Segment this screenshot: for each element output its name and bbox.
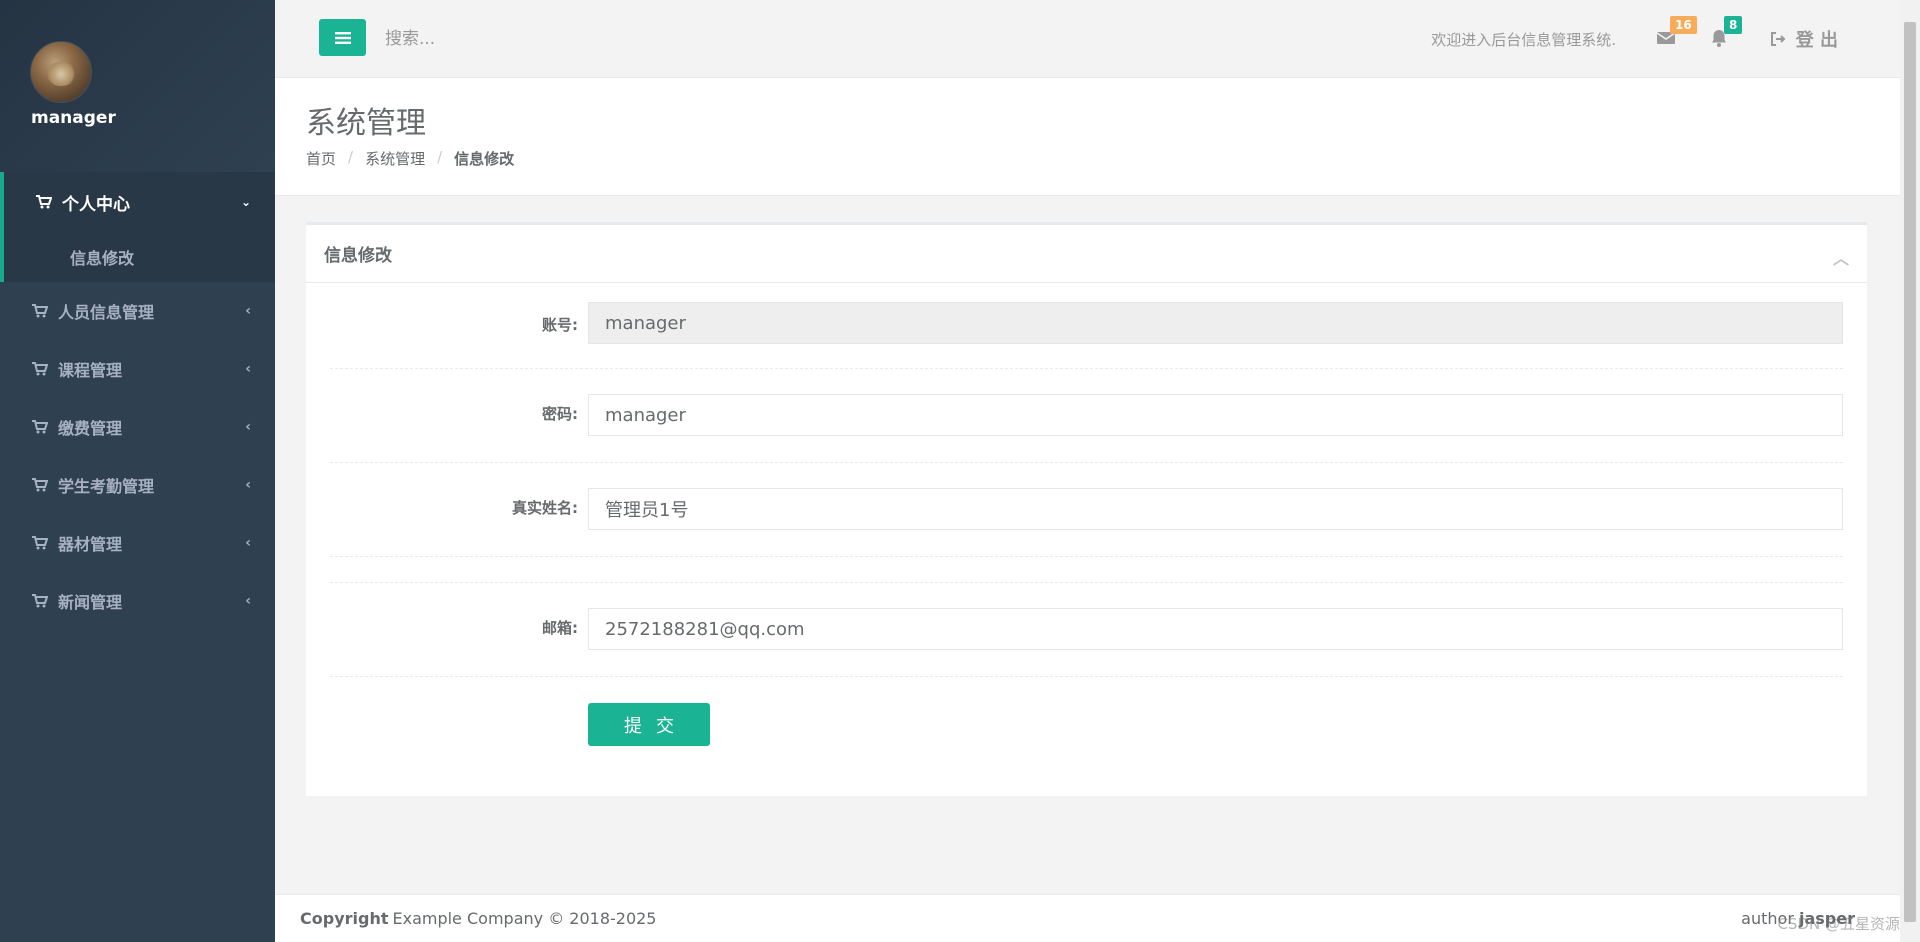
form-row-password: 密码: manager — [330, 369, 1843, 463]
cart-icon — [32, 478, 48, 492]
breadcrumb-separator: / — [437, 148, 443, 166]
cart-icon — [32, 536, 48, 550]
form-row-realname: 真实姓名: 管理员1号 — [330, 463, 1843, 557]
scrollbar[interactable] — [1900, 0, 1920, 942]
chevron-down-icon: ⌄ — [240, 195, 251, 209]
cart-icon — [32, 420, 48, 434]
chevron-left-icon: ‹ — [245, 361, 251, 377]
card-header: 信息修改 ︿ — [306, 225, 1867, 283]
watermark: CSDN @五星资源 — [1777, 915, 1900, 933]
account-label: 账号: — [542, 316, 578, 334]
account-field[interactable]: manager — [588, 302, 1843, 344]
email-label: 邮箱: — [542, 619, 578, 637]
sidebar-nav: 人员信息管理 ‹ 课程管理 ‹ 缴费管理 ‹ 学生考勤管理 ‹ 器材管理 ‹ 新… — [0, 282, 275, 630]
scrollbar-thumb[interactable] — [1904, 22, 1916, 922]
copyright-text: Example Company © 2018-2025 — [392, 909, 657, 928]
logout-button[interactable]: 登 出 — [1770, 26, 1838, 52]
breadcrumb-system[interactable]: 系统管理 — [365, 148, 425, 169]
sidebar-item-label: 新闻管理 — [58, 593, 123, 612]
cart-icon — [32, 362, 48, 376]
sidebar-item-personal-center[interactable]: 个人中心 ⌄ 信息修改 — [0, 172, 275, 282]
sidebar: manager 个人中心 ⌄ 信息修改 人员信息管理 ‹ 课程管理 ‹ 缴费管理… — [0, 0, 275, 942]
notifications-button[interactable]: 8 — [1710, 16, 1743, 50]
messages-badge: 16 — [1670, 16, 1697, 34]
card-title: 信息修改 — [324, 246, 392, 266]
submit-button[interactable]: 提交 — [588, 703, 710, 746]
chevron-left-icon: ‹ — [245, 477, 251, 493]
welcome-text: 欢迎进入后台信息管理系统. — [1431, 31, 1616, 49]
breadcrumb: 首页 / 系统管理 / 信息修改 — [306, 148, 514, 169]
breadcrumb-current: 信息修改 — [454, 150, 515, 168]
chevron-left-icon: ‹ — [245, 419, 251, 435]
sidebar-item-label: 学生考勤管理 — [58, 477, 155, 496]
sidebar-item-payment[interactable]: 缴费管理 ‹ — [0, 398, 275, 456]
search-input[interactable] — [385, 22, 685, 56]
info-edit-card: 信息修改 ︿ 账号: manager 密码: manager 真实姓名: 管理员… — [306, 222, 1867, 796]
sidebar-item-attendance[interactable]: 学生考勤管理 ‹ — [0, 456, 275, 514]
sidebar-item-label: 缴费管理 — [58, 419, 123, 438]
cart-icon — [36, 195, 52, 209]
form-row-email: 邮箱: 2572188281@qq.com — [330, 583, 1843, 677]
footer: Copyright Example Company © 2018-2025 au… — [275, 894, 1900, 942]
messages-button[interactable]: 16 — [1656, 16, 1697, 50]
sidebar-item-label: 器材管理 — [58, 535, 123, 554]
chevron-left-icon: ‹ — [245, 593, 251, 609]
copyright-label: Copyright — [300, 909, 389, 928]
profile-username[interactable]: manager — [31, 108, 116, 128]
profile-area: manager — [0, 0, 275, 172]
hamburger-icon — [334, 31, 351, 44]
logout-label: 登 出 — [1795, 30, 1838, 51]
sidebar-item-label: 个人中心 — [62, 194, 130, 215]
notifications-badge: 8 — [1724, 16, 1743, 34]
password-field[interactable]: manager — [588, 394, 1843, 436]
form-row-spacer — [330, 557, 1843, 583]
chevron-left-icon: ‹ — [245, 535, 251, 551]
sidebar-subitem-info-edit[interactable]: 信息修改 — [4, 232, 275, 282]
chevron-left-icon: ‹ — [245, 303, 251, 319]
sidebar-item-course[interactable]: 课程管理 ‹ — [0, 340, 275, 398]
realname-label: 真实姓名: — [512, 499, 578, 517]
breadcrumb-home[interactable]: 首页 — [306, 148, 336, 169]
page-header: 系统管理 首页 / 系统管理 / 信息修改 — [275, 78, 1900, 196]
sidebar-item-news[interactable]: 新闻管理 ‹ — [0, 572, 275, 630]
menu-toggle-button[interactable] — [319, 19, 366, 56]
sidebar-item-personal-center-header[interactable]: 个人中心 ⌄ — [4, 172, 275, 232]
sidebar-item-label: 课程管理 — [58, 361, 123, 380]
sidebar-item-label: 人员信息管理 — [58, 303, 155, 322]
avatar[interactable] — [30, 41, 92, 103]
sidebar-item-equipment[interactable]: 器材管理 ‹ — [0, 514, 275, 572]
breadcrumb-separator: / — [348, 148, 354, 166]
chevron-up-icon[interactable]: ︿ — [1833, 245, 1849, 269]
sign-out-icon — [1770, 32, 1786, 46]
sidebar-item-personnel[interactable]: 人员信息管理 ‹ — [0, 282, 275, 340]
cart-icon — [32, 304, 48, 318]
email-field[interactable]: 2572188281@qq.com — [588, 608, 1843, 650]
form-row-account: 账号: manager — [330, 283, 1843, 369]
page-title: 系统管理 — [306, 106, 426, 141]
realname-field[interactable]: 管理员1号 — [588, 488, 1843, 530]
top-bar: 欢迎进入后台信息管理系统. 16 8 登 出 — [275, 0, 1900, 78]
cart-icon — [32, 594, 48, 608]
password-label: 密码: — [542, 405, 578, 423]
